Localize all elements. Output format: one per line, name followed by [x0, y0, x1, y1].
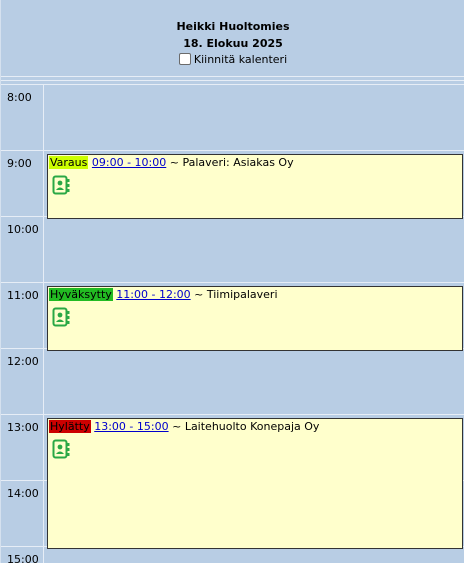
calendar-header: Heikki Huoltomies 18. Elokuu 2025 Kiinni… [1, 0, 464, 78]
calendar-event[interactable]: Hyväksytty 11:00 - 12:00 ~ Tiimipalaveri [47, 286, 463, 351]
hour-divider [1, 282, 464, 283]
hour-label-13: 13:00 [7, 421, 39, 434]
event-time-link[interactable]: 09:00 - 10:00 [92, 156, 166, 169]
event-separator: ~ [168, 420, 185, 433]
time-column-divider [43, 84, 44, 563]
contact-card-icon[interactable] [52, 439, 70, 459]
calendar-event[interactable]: Hylätty 13:00 - 15:00 ~ Laitehuolto Kone… [47, 418, 463, 549]
event-status-badge: Varaus [49, 156, 89, 169]
hour-divider [1, 150, 464, 151]
pin-calendar-toggle[interactable]: Kiinnitä kalenteri [1, 52, 464, 66]
event-title: Tiimipalaveri [206, 288, 278, 301]
event-title: Laitehuolto Konepaja Oy [184, 420, 320, 433]
hour-label-10: 10:00 [7, 223, 39, 236]
calendar-date: 18. Elokuu 2025 [183, 37, 283, 50]
event-status-badge: Hylätty [49, 420, 91, 433]
event-separator: ~ [166, 156, 183, 169]
event-separator: ~ [190, 288, 207, 301]
hour-divider [1, 414, 464, 415]
pin-calendar-checkbox[interactable] [178, 52, 191, 65]
header-divider [1, 84, 464, 85]
event-status-badge: Hyväksytty [49, 288, 113, 301]
contact-card-icon[interactable] [52, 175, 70, 195]
hour-label-12: 12:00 [7, 355, 39, 368]
event-time-link[interactable]: 13:00 - 15:00 [94, 420, 168, 433]
hour-label-9: 9:00 [7, 157, 32, 170]
contact-card-icon[interactable] [52, 307, 70, 327]
hour-label-14: 14:00 [7, 487, 39, 500]
hour-label-15: 15:00 [7, 553, 39, 566]
header-divider [1, 80, 464, 81]
person-name: Heikki Huoltomies [176, 20, 290, 33]
hour-label-8: 8:00 [7, 91, 32, 104]
pin-calendar-label: Kiinnitä kalenteri [193, 53, 288, 66]
event-title: Palaveri: Asiakas Oy [182, 156, 294, 169]
day-calendar: Heikki Huoltomies 18. Elokuu 2025 Kiinni… [0, 0, 464, 566]
event-time-link[interactable]: 11:00 - 12:00 [116, 288, 190, 301]
calendar-event[interactable]: Varaus 09:00 - 10:00 ~ Palaveri: Asiakas… [47, 154, 463, 219]
hour-label-11: 11:00 [7, 289, 39, 302]
header-divider [1, 76, 464, 77]
